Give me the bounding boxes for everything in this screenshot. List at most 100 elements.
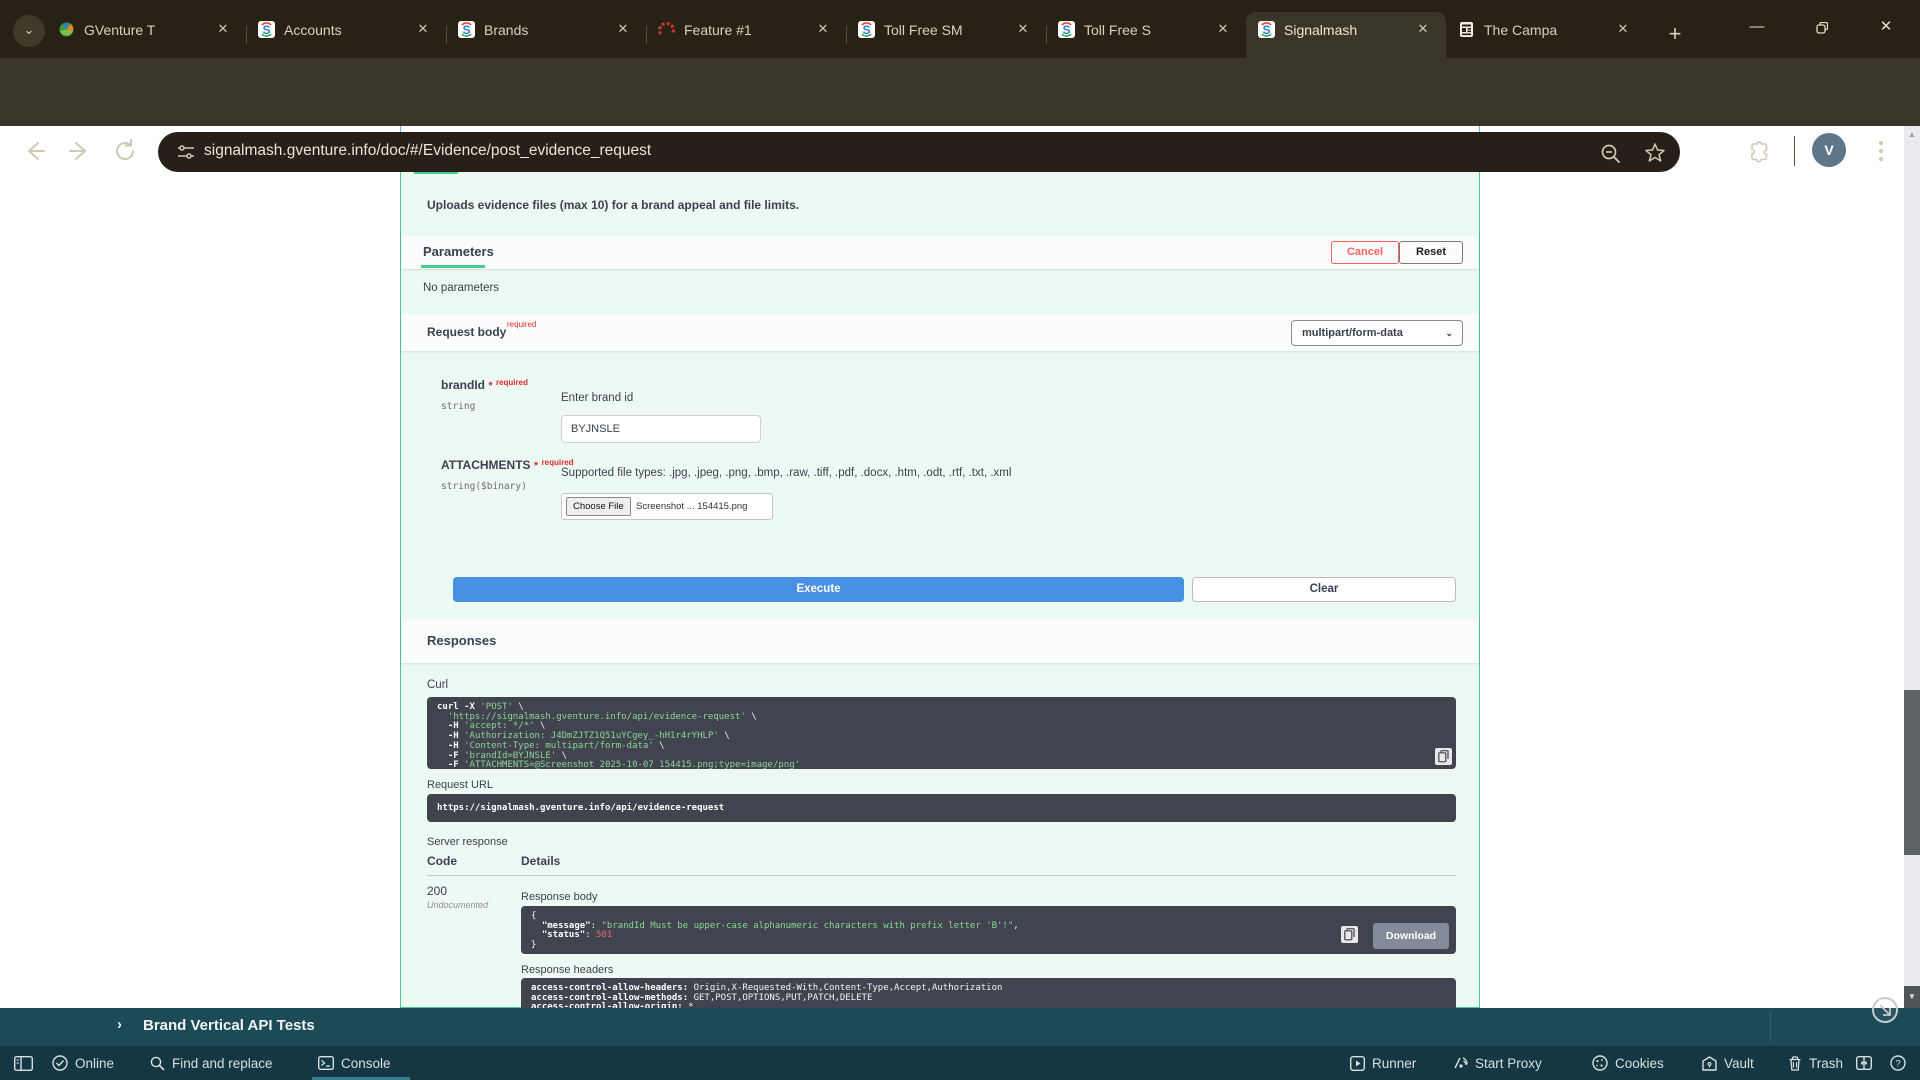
site-settings-icon[interactable]: [176, 142, 196, 167]
close-icon[interactable]: ✕: [214, 20, 232, 38]
chevron-right-icon[interactable]: ›: [117, 1016, 122, 1033]
response-body-line: }: [531, 941, 1446, 951]
scrollbar-thumb[interactable]: [1904, 690, 1920, 855]
start-proxy-button[interactable]: Start Proxy: [1452, 1046, 1542, 1080]
signalmash-favicon: S: [1058, 21, 1075, 38]
url-domain: signalmash.gventure.info: [204, 142, 376, 159]
console-button[interactable]: Console: [318, 1046, 391, 1080]
collection-title[interactable]: Brand Vertical API Tests: [143, 1017, 315, 1034]
close-icon[interactable]: ✕: [814, 20, 832, 38]
minimize-button[interactable]: —: [1733, 8, 1781, 48]
vault-button[interactable]: Vault: [1702, 1046, 1754, 1080]
response-body-line: "status": 501: [531, 931, 1446, 941]
two-pane-icon: [1856, 1056, 1872, 1070]
sidebar-toggle-button[interactable]: [14, 1046, 33, 1080]
file-input[interactable]: Choose File Screenshot ... 154415.png: [561, 493, 773, 520]
runner-button[interactable]: Runner: [1350, 1046, 1416, 1080]
tab-campaign[interactable]: The Campa ✕: [1446, 12, 1646, 58]
scrollbar-up-arrow[interactable]: ▲: [1904, 126, 1920, 144]
cookies-label: Cookies: [1615, 1056, 1664, 1071]
tab-label: Feature #1: [684, 20, 802, 40]
forward-button[interactable]: [66, 138, 92, 164]
gventure-favicon: [58, 21, 75, 38]
help-icon: ?: [1890, 1055, 1906, 1071]
no-parameters-text: No parameters: [423, 282, 499, 294]
parameters-section-header: Parameters Cancel Reset: [401, 236, 1479, 269]
details-column-header: Details: [521, 854, 560, 868]
close-icon[interactable]: ✕: [414, 20, 432, 38]
close-icon[interactable]: ✕: [1014, 20, 1032, 38]
request-body-label: Request body: [427, 325, 506, 339]
avatar[interactable]: V: [1812, 133, 1846, 167]
svg-text:?: ?: [1895, 1058, 1900, 1069]
tab-brands[interactable]: S Brands ✕: [446, 12, 646, 58]
tab-search-button[interactable]: ⌄: [13, 15, 45, 47]
content-type-value: multipart/form-data: [1302, 327, 1403, 339]
bookmark-star-icon[interactable]: [1644, 142, 1666, 169]
extensions-icon[interactable]: [1748, 141, 1772, 170]
tab-parameters[interactable]: Parameters: [423, 244, 494, 259]
brandid-input[interactable]: BYJNSLE: [561, 415, 761, 443]
close-icon[interactable]: ✕: [614, 20, 632, 38]
reset-button[interactable]: Reset: [1399, 241, 1463, 264]
online-label: Online: [75, 1056, 114, 1071]
trash-label: Trash: [1809, 1056, 1843, 1071]
menu-kebab-icon[interactable]: [1878, 139, 1884, 168]
url-text[interactable]: signalmash.gventure.info/doc/#/Evidence/…: [204, 142, 651, 160]
tab-feature[interactable]: Feature #1 ✕: [646, 12, 846, 58]
scroll-indicator-icon[interactable]: [1872, 997, 1898, 1023]
scrollbar-down-arrow[interactable]: ▼: [1904, 986, 1920, 1008]
tab-toll-free-1[interactable]: S Toll Free SM ✕: [846, 12, 1046, 58]
close-icon[interactable]: ✕: [1214, 20, 1232, 38]
tab-gventure[interactable]: GVenture T ✕: [46, 12, 246, 58]
proxy-icon: [1452, 1055, 1468, 1071]
online-status[interactable]: Online: [52, 1046, 114, 1080]
copy-response-button[interactable]: [1341, 926, 1358, 943]
required-flag: required: [542, 458, 574, 467]
close-icon[interactable]: ✕: [1414, 20, 1432, 38]
signalmash-favicon: S: [1258, 21, 1275, 38]
maximize-button[interactable]: [1798, 8, 1846, 48]
close-window-button[interactable]: ✕: [1862, 8, 1910, 48]
curl-label: Curl: [427, 679, 448, 691]
tab-toll-free-2[interactable]: S Toll Free S ✕: [1046, 12, 1246, 58]
tab-label: Toll Free SM: [884, 20, 1002, 40]
back-button[interactable]: [22, 138, 48, 164]
browser-tab-bar: ⌄ GVenture T ✕ S Accounts ✕ S Brands ✕: [0, 0, 1920, 58]
tab-signalmash-active[interactable]: S Signalmash ✕: [1246, 12, 1446, 58]
url-path: /doc/#/Evidence/post_evidence_request: [376, 142, 651, 159]
request-url-label: Request URL: [427, 779, 493, 791]
tab-accounts[interactable]: S Accounts ✕: [246, 12, 446, 58]
cookies-button[interactable]: Cookies: [1592, 1046, 1664, 1080]
field-name-brandid: brandId * required: [441, 378, 528, 392]
choose-file-button[interactable]: Choose File: [566, 497, 631, 516]
new-tab-button[interactable]: +: [1660, 20, 1690, 50]
reload-button[interactable]: [112, 138, 138, 164]
close-icon[interactable]: ✕: [1614, 20, 1632, 38]
toolbar-divider: [1794, 136, 1795, 166]
curl-code-block[interactable]: curl -X 'POST' \ 'https://signalmash.gve…: [427, 697, 1456, 769]
trash-button[interactable]: Trash: [1788, 1046, 1843, 1080]
chevron-down-icon: ⌄: [1445, 321, 1453, 345]
two-pane-button[interactable]: [1856, 1046, 1872, 1080]
scrollbar-track[interactable]: [1904, 126, 1920, 1008]
find-and-replace-button[interactable]: Find and replace: [150, 1046, 273, 1080]
download-button[interactable]: Download: [1373, 923, 1449, 949]
campaign-favicon: [1458, 21, 1475, 38]
copy-curl-button[interactable]: [1435, 748, 1452, 765]
help-button[interactable]: ?: [1890, 1046, 1906, 1080]
cancel-button[interactable]: Cancel: [1331, 241, 1399, 264]
clear-button[interactable]: Clear: [1192, 577, 1456, 602]
collection-panel[interactable]: › Brand Vertical API Tests: [0, 1008, 1920, 1046]
panel-divider: [1770, 1012, 1771, 1042]
chosen-file-name: Screenshot ... 154415.png: [636, 501, 747, 512]
curl-line: -F 'ATTACHMENTS=@Screenshot 2025-10-07 1…: [437, 761, 1446, 769]
online-check-icon: [52, 1055, 68, 1071]
signalmash-favicon: S: [458, 21, 475, 38]
content-type-select[interactable]: multipart/form-data ⌄: [1291, 320, 1463, 346]
response-code: 200: [427, 884, 447, 898]
execute-button[interactable]: Execute: [453, 577, 1184, 602]
cookies-icon: [1592, 1055, 1608, 1071]
required-flag: required: [496, 378, 528, 387]
zoom-out-icon[interactable]: [1600, 143, 1622, 170]
